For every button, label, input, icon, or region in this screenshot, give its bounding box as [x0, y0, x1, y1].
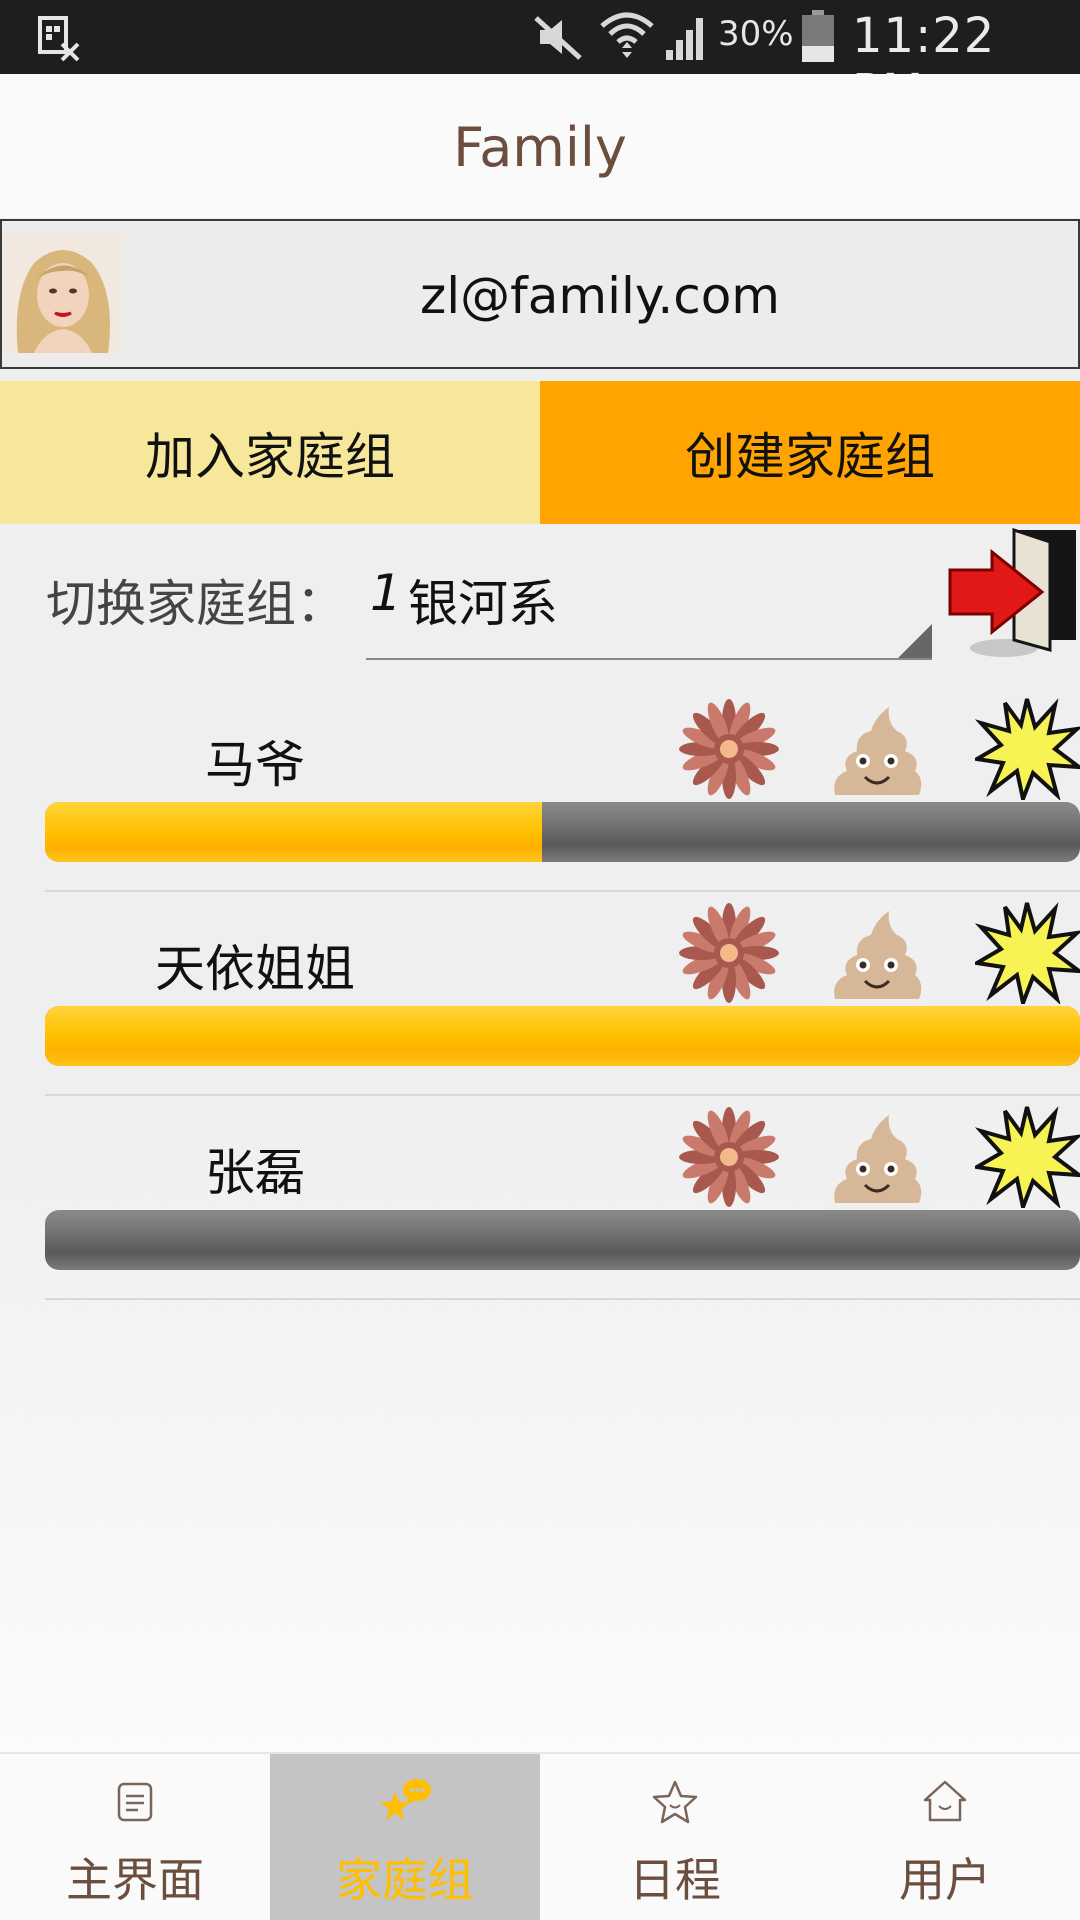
avatar-image: [4, 233, 122, 353]
member-name: 张磊: [205, 1144, 305, 1202]
join-group-label: 加入家庭组: [145, 427, 395, 486]
member-name: 马爷: [205, 736, 305, 794]
group-select-value: 银河系: [408, 575, 558, 633]
group-select[interactable]: 1 银河系: [366, 548, 932, 660]
join-group-button[interactable]: 加入家庭组: [0, 381, 540, 524]
member-row: 张磊: [45, 1097, 1080, 1300]
star-chat-icon: [380, 1779, 431, 1820]
flower-icon[interactable]: [679, 903, 779, 1003]
poop-icon[interactable]: [825, 699, 929, 803]
signal-icon: [666, 18, 703, 60]
tab-schedule-label: 日程: [629, 1853, 721, 1907]
bottom-navigation: 主界面 家庭组 日程 用户: [0, 1752, 1080, 1920]
tab-family-group[interactable]: 家庭组: [270, 1754, 540, 1920]
mute-icon: [534, 16, 582, 60]
flower-icon[interactable]: [679, 699, 779, 799]
avatar[interactable]: [4, 233, 122, 353]
home-icon: [923, 1780, 967, 1822]
progress-bar-fill: [45, 802, 542, 862]
burst-icon[interactable]: [971, 1103, 1080, 1214]
page-title: Family: [453, 116, 627, 179]
poop-icon[interactable]: [825, 1107, 929, 1211]
battery-percent: 30%: [718, 14, 794, 54]
switch-group-label: 切换家庭组：: [46, 575, 346, 633]
exit-group-icon[interactable]: [946, 524, 1080, 664]
tab-user-label: 用户: [899, 1853, 991, 1907]
status-bar: 30% 11:22 PM: [0, 0, 1080, 120]
sim-off-icon: [38, 16, 80, 62]
account-email: zl@family.com: [419, 267, 780, 325]
burst-icon[interactable]: [971, 695, 1080, 806]
dropdown-arrow-icon: [898, 624, 932, 658]
create-group-button[interactable]: 创建家庭组: [540, 381, 1080, 524]
tab-family-group-label: 家庭组: [336, 1853, 474, 1907]
burst-icon[interactable]: [971, 899, 1080, 1010]
group-select-number: 1: [370, 564, 402, 622]
tab-home-label: 主界面: [66, 1853, 204, 1907]
wifi-icon: [600, 12, 654, 58]
progress-bar: [45, 802, 1080, 862]
star-icon: [652, 1780, 698, 1824]
progress-bar: [45, 1210, 1080, 1270]
progress-bar-fill: [45, 1006, 1080, 1066]
progress-bar: [45, 1006, 1080, 1066]
tab-schedule[interactable]: 日程: [540, 1754, 810, 1920]
tab-user[interactable]: 用户: [810, 1754, 1080, 1920]
member-row: 天依姐姐: [45, 893, 1080, 1096]
flower-icon[interactable]: [679, 1107, 779, 1207]
battery-icon: [802, 10, 834, 62]
account-row[interactable]: zl@family.com: [0, 219, 1080, 369]
document-icon: [117, 1782, 153, 1822]
tab-home[interactable]: 主界面: [0, 1754, 270, 1920]
poop-icon[interactable]: [825, 903, 929, 1007]
create-group-label: 创建家庭组: [685, 427, 935, 486]
member-row: 马爷: [45, 689, 1080, 892]
member-name: 天依姐姐: [155, 940, 355, 998]
app-header: Family: [0, 74, 1080, 218]
